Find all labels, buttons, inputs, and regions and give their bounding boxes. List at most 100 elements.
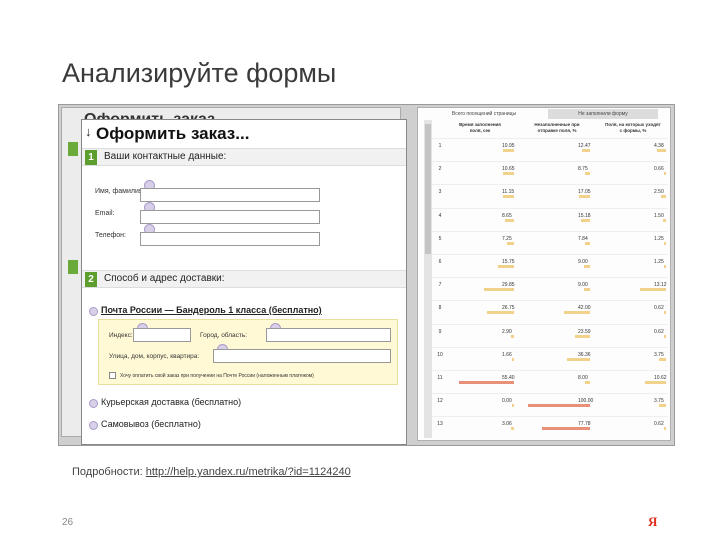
arrow-icon: ↓ xyxy=(85,124,92,139)
cell-exit: 1.25 xyxy=(654,259,664,265)
table-row: 7 29.85 9.00 13.12 xyxy=(432,277,668,297)
tab-not-filled[interactable]: Не заполнили форму xyxy=(548,109,658,119)
table-row: 8 26.75 42.00 0.62 xyxy=(432,300,668,320)
bar-empty xyxy=(541,427,590,431)
bar-exit xyxy=(658,404,666,408)
bar-time xyxy=(503,172,514,176)
name-input[interactable] xyxy=(140,188,320,202)
stats-scrollbar[interactable] xyxy=(424,120,432,438)
section-label: Способ и адрес доставки: xyxy=(104,273,225,284)
bar-exit xyxy=(663,241,666,245)
bar-exit xyxy=(657,149,666,152)
yandex-logo: Я xyxy=(648,514,658,529)
field-label: Email: xyxy=(95,210,115,217)
delivery-radio-courier[interactable] xyxy=(89,399,98,408)
bar-empty xyxy=(584,288,590,292)
row-number: 6 xyxy=(438,259,442,265)
city-label: Город, область: xyxy=(200,332,248,339)
delivery-radio-post[interactable] xyxy=(89,307,98,316)
delivery-option-pickup[interactable]: Самовывоз (бесплатно) xyxy=(101,419,201,429)
field-name-row: Имя, фамилия: xyxy=(82,180,406,202)
field-label: Телефон: xyxy=(95,232,126,239)
table-row: 13 3.06 77.78 0.62 xyxy=(432,416,668,436)
scrollbar-thumb[interactable] xyxy=(425,124,431,254)
delivery-option-courier[interactable]: Курьерская доставка (бесплатно) xyxy=(101,397,241,407)
city-input[interactable] xyxy=(266,328,391,342)
bar-time xyxy=(484,288,514,292)
row-number: 10 xyxy=(437,351,443,358)
bar-exit xyxy=(663,265,666,268)
bar-time xyxy=(502,195,514,199)
bar-time xyxy=(498,265,514,268)
bar-empty xyxy=(580,218,590,222)
bar-exit xyxy=(664,311,666,315)
bar-empty xyxy=(584,172,590,176)
section-label: Ваши контактные данные: xyxy=(104,151,227,162)
field-phone-row: Телефон: xyxy=(82,224,406,246)
bar-exit xyxy=(664,427,666,431)
row-number: 8 xyxy=(438,305,442,312)
delivery-radio-pickup[interactable] xyxy=(89,421,98,430)
bar-empty xyxy=(567,357,590,361)
row-number: 7 xyxy=(438,282,442,289)
row-number: 5 xyxy=(438,235,442,242)
footnote: Подробности: http://help.yandex.ru/metri… xyxy=(72,466,351,478)
bar-time xyxy=(511,334,514,338)
tab-all-visits[interactable]: Всего посещений страницы xyxy=(438,109,530,119)
footnote-link[interactable]: http://help.yandex.ru/metrika/?id=112424… xyxy=(146,466,351,478)
slide-title: Анализируйте формы xyxy=(62,58,337,88)
phone-input[interactable] xyxy=(140,232,320,246)
row-number: 4 xyxy=(438,212,442,219)
table-row: 10 1.66 36.36 3.75 xyxy=(432,346,668,367)
table-row: 4 8.65 15.18 1.50 xyxy=(432,207,668,228)
bar-exit xyxy=(663,218,666,222)
bar-exit xyxy=(644,381,666,384)
section-number: 2 xyxy=(85,272,97,287)
bar-empty xyxy=(563,311,590,315)
footnote-prefix: Подробности: xyxy=(72,466,143,478)
email-input[interactable] xyxy=(140,210,320,224)
row-number: 1 xyxy=(438,143,442,149)
bar-empty xyxy=(528,404,590,408)
bar-time xyxy=(512,357,514,361)
row-number: 9 xyxy=(438,328,442,335)
bar-exit xyxy=(664,334,666,338)
bar-exit xyxy=(658,357,666,361)
field-label: Имя, фамилия: xyxy=(95,188,145,195)
bar-time xyxy=(512,404,514,408)
cell-time: 0.00 xyxy=(502,398,512,405)
bar-time xyxy=(505,218,514,222)
table-row: 12 0.00 100.00 3.75 xyxy=(432,393,668,413)
section-marker xyxy=(68,260,78,274)
column-header-empty: Незаполненные при отправке поля, % xyxy=(534,122,580,133)
address-box: Индекс: Город, область: Улица, дом, корп… xyxy=(98,319,398,385)
column-header-exit: Поля, на которых уходят с формы, % xyxy=(605,122,661,133)
column-header-time: Время заполнения поля, сек xyxy=(459,122,501,133)
bar-time xyxy=(506,241,514,245)
bar-exit xyxy=(639,288,666,292)
table-row: 2 10.65 8.75 0.66 xyxy=(432,161,668,181)
bar-empty xyxy=(575,334,590,338)
index-label: Индекс: xyxy=(109,332,133,339)
cod-checkbox-label: Хочу оплатить свой заказ при получении н… xyxy=(120,373,314,379)
cod-checkbox[interactable] xyxy=(109,372,116,379)
bar-empty xyxy=(585,381,590,384)
form-stats-panel: Всего посещений страницы Не заполнили фо… xyxy=(417,107,671,441)
bar-empty xyxy=(579,195,590,199)
form-title: Оформить заказ... xyxy=(96,124,250,143)
cell-exit: 0.62 xyxy=(654,421,664,428)
section-marker xyxy=(68,142,78,156)
index-input[interactable] xyxy=(133,328,191,342)
street-input[interactable] xyxy=(213,349,391,363)
cell-exit: 1.25 xyxy=(654,235,664,242)
table-row: 1 10.95 12.47 4.38 xyxy=(432,138,668,158)
cell-exit: 0.62 xyxy=(654,305,664,312)
bar-empty xyxy=(582,149,590,152)
table-row: 11 55.40 8.00 10.62 xyxy=(432,370,668,390)
street-label: Улица, дом, корпус, квартира: xyxy=(109,353,200,360)
field-email-row: Email: xyxy=(82,202,406,224)
bar-time xyxy=(510,427,514,431)
bar-time xyxy=(487,311,514,315)
table-row: 5 7.25 7.84 1.25 xyxy=(432,230,668,251)
delivery-option-post[interactable]: Почта России — Бандероль 1 класса (беспл… xyxy=(101,305,322,315)
